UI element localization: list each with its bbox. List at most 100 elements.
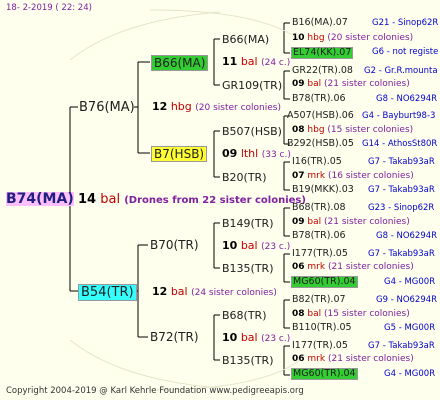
gen4-loc-1: G6 - not registe (372, 47, 439, 57)
gen3-info-2: 08 hbg (15 sister colonies) (292, 126, 413, 135)
gen4-name-2[interactable]: GR22(TR).08 (292, 66, 353, 76)
root-info: 14 bal (Drones from 22 sister colonies) (78, 193, 306, 206)
gen3-note: (20 sister colonies) (327, 33, 414, 43)
gen4-name-15[interactable]: MG60(TR).04 (291, 368, 358, 380)
gen3-note: (21 sister colonies) (327, 354, 414, 364)
gen3-note: (15 sister colonies) (327, 125, 414, 135)
root-note: (Drones from 22 sister colonies) (124, 195, 306, 206)
gen3-info-4: 09 bal (21 sister colonies) (292, 218, 410, 227)
gen3-note: (21 sister colonies) (324, 79, 410, 89)
gen4-name-7[interactable]: B19(MKK).03 (292, 185, 354, 195)
gen2-code: lthl (240, 147, 259, 160)
gen4-name-10[interactable]: I177(TR).05 (292, 249, 348, 259)
gen3-info-0: 10 hbg (20 sister colonies) (292, 34, 413, 43)
gen3-info-1: 09 bal (21 sister colonies) (292, 80, 410, 89)
gen2-note: (33 c.) (261, 150, 291, 160)
dam-B54[interactable]: B54(TR) (78, 284, 137, 301)
gen4-name-14[interactable]: I177(TR).05 (292, 341, 348, 351)
gen3-code: hbg (307, 33, 325, 43)
gen3-number: 09 (292, 217, 305, 227)
gen3-number: 07 (292, 171, 305, 181)
gen3-number: 06 (292, 354, 305, 364)
gen4-name-9[interactable]: B78(TR).06 (292, 231, 346, 241)
gen2-B72[interactable]: B72(TR) (150, 331, 199, 343)
gen4-loc-7: G7 - Takab93aR (368, 185, 435, 195)
gen2-number: 11 (222, 55, 238, 68)
gen2-note: (24 c.) (261, 58, 291, 68)
gen2-number: 09 (222, 147, 238, 160)
gen3-number: 09 (292, 79, 305, 89)
gen3-note: (21 sister colonies) (327, 262, 414, 272)
gen4-name-1[interactable]: EL74(KK).07 (291, 47, 354, 59)
gen4-loc-4: G4 - Bayburt98-3 (362, 111, 436, 121)
gen4-loc-10: G7 - Takab93aR (368, 249, 435, 259)
gen4-name-12[interactable]: B82(TR).07 (292, 295, 346, 305)
root-code: bal (100, 192, 121, 207)
gen3-name-5[interactable]: B135(TR) (222, 263, 274, 274)
gen3-name-2[interactable]: B507(HSB) (222, 126, 282, 137)
gen4-name-4[interactable]: A507(HSB).06 (287, 111, 354, 121)
gen3-name-1[interactable]: GR109(TR) (222, 80, 282, 91)
gen3-name-3[interactable]: B20(TR) (222, 172, 267, 183)
gen2-B7[interactable]: B7(HSB) (151, 146, 208, 162)
root-queen[interactable]: B74(MA) (6, 192, 74, 206)
sire-B76[interactable]: B76(MA) (79, 101, 135, 114)
print-date: 18- 2-2019 ( 22: 24) (6, 3, 92, 13)
gen4-loc-15: G4 - MG00R (384, 369, 436, 379)
gen4-loc-3: G8 - NO6294R (376, 94, 438, 104)
gen4-loc-11: G4 - MG00R (384, 277, 436, 287)
gen3-code: mrk (307, 354, 326, 364)
dam-number: 12 (152, 285, 168, 298)
gen2-code: bal (240, 331, 258, 344)
gen4-name-6[interactable]: I16(TR).05 (292, 157, 342, 167)
gen2-code: bal (240, 55, 258, 68)
dam-code: bal (170, 285, 188, 298)
gen2-info-1: 09 lthl (33 c.) (222, 148, 291, 160)
gen2-note: (23 c.) (261, 242, 291, 252)
gen4-loc-14: G7 - Takab93aR (368, 341, 435, 351)
root-number: 14 (78, 192, 97, 207)
gen4-name-13[interactable]: B110(TR).05 (292, 323, 352, 333)
gen4-name-5[interactable]: B292(HSB).05 (287, 139, 354, 149)
gen4-loc-0: G21 - Sinop62R (372, 18, 439, 28)
gen2-note: (23 c.) (261, 334, 291, 344)
gen3-code: mrk (307, 171, 326, 181)
gen3-code: bal (307, 217, 322, 227)
gen2-B70[interactable]: B70(TR) (150, 239, 199, 251)
gen4-name-0[interactable]: B16(MA).07 (292, 18, 348, 28)
gen4-loc-13: G5 - MG00R (384, 323, 436, 333)
gen3-code: bal (307, 79, 322, 89)
dam-note: (24 sister colonies) (191, 288, 277, 298)
gen4-loc-5: G14 - AthosSt80R (362, 139, 438, 149)
gen4-name-3[interactable]: B78(TR).06 (292, 94, 346, 104)
gen2-info-3: 10 bal (23 c.) (222, 332, 290, 344)
gen4-loc-9: G8 - NO6294R (376, 231, 438, 241)
gen3-number: 08 (292, 309, 305, 319)
gen4-name-11[interactable]: MG60(TR).04 (291, 276, 358, 288)
gen3-name-0[interactable]: B66(MA) (222, 34, 269, 45)
gen3-info-7: 06 mrk (21 sister colonies) (292, 355, 414, 364)
sire-code: hbg (170, 100, 192, 113)
gen3-name-4[interactable]: B149(TR) (222, 218, 274, 229)
gen2-info-2: 10 bal (23 c.) (222, 240, 290, 252)
gen2-info-0: 11 bal (24 c.) (222, 56, 290, 68)
gen3-note: (21 sister colonies) (324, 217, 410, 227)
gen3-info-5: 06 mrk (21 sister colonies) (292, 263, 414, 272)
gen4-loc-6: G7 - Takab93aR (368, 157, 435, 167)
dam-info: 12 bal (24 sister colonies) (152, 286, 277, 298)
gen3-name-6[interactable]: B68(TR) (222, 310, 267, 321)
gen3-code: hbg (307, 125, 325, 135)
gen4-name-8[interactable]: B68(TR).08 (292, 203, 346, 213)
gen2-B66[interactable]: B66(MA) (151, 55, 209, 71)
gen4-loc-2: G2 - Gr.R.mounta (364, 66, 438, 76)
copyright-footer: Copyright 2004-2019 @ Karl Kehrle Founda… (6, 386, 304, 396)
gen4-loc-12: G9 - NO6294R (376, 295, 438, 305)
gen3-name-7[interactable]: B135(TR) (222, 355, 274, 366)
gen2-number: 10 (222, 239, 238, 252)
sire-info: 12 hbg (20 sister colonies) (152, 101, 281, 113)
gen3-number: 10 (292, 33, 305, 43)
gen3-info-6: 08 bal (15 sister colonies) (292, 310, 410, 319)
gen3-note: (16 sister colonies) (327, 171, 414, 181)
sire-note: (20 sister colonies) (195, 103, 281, 113)
gen2-code: bal (240, 239, 258, 252)
